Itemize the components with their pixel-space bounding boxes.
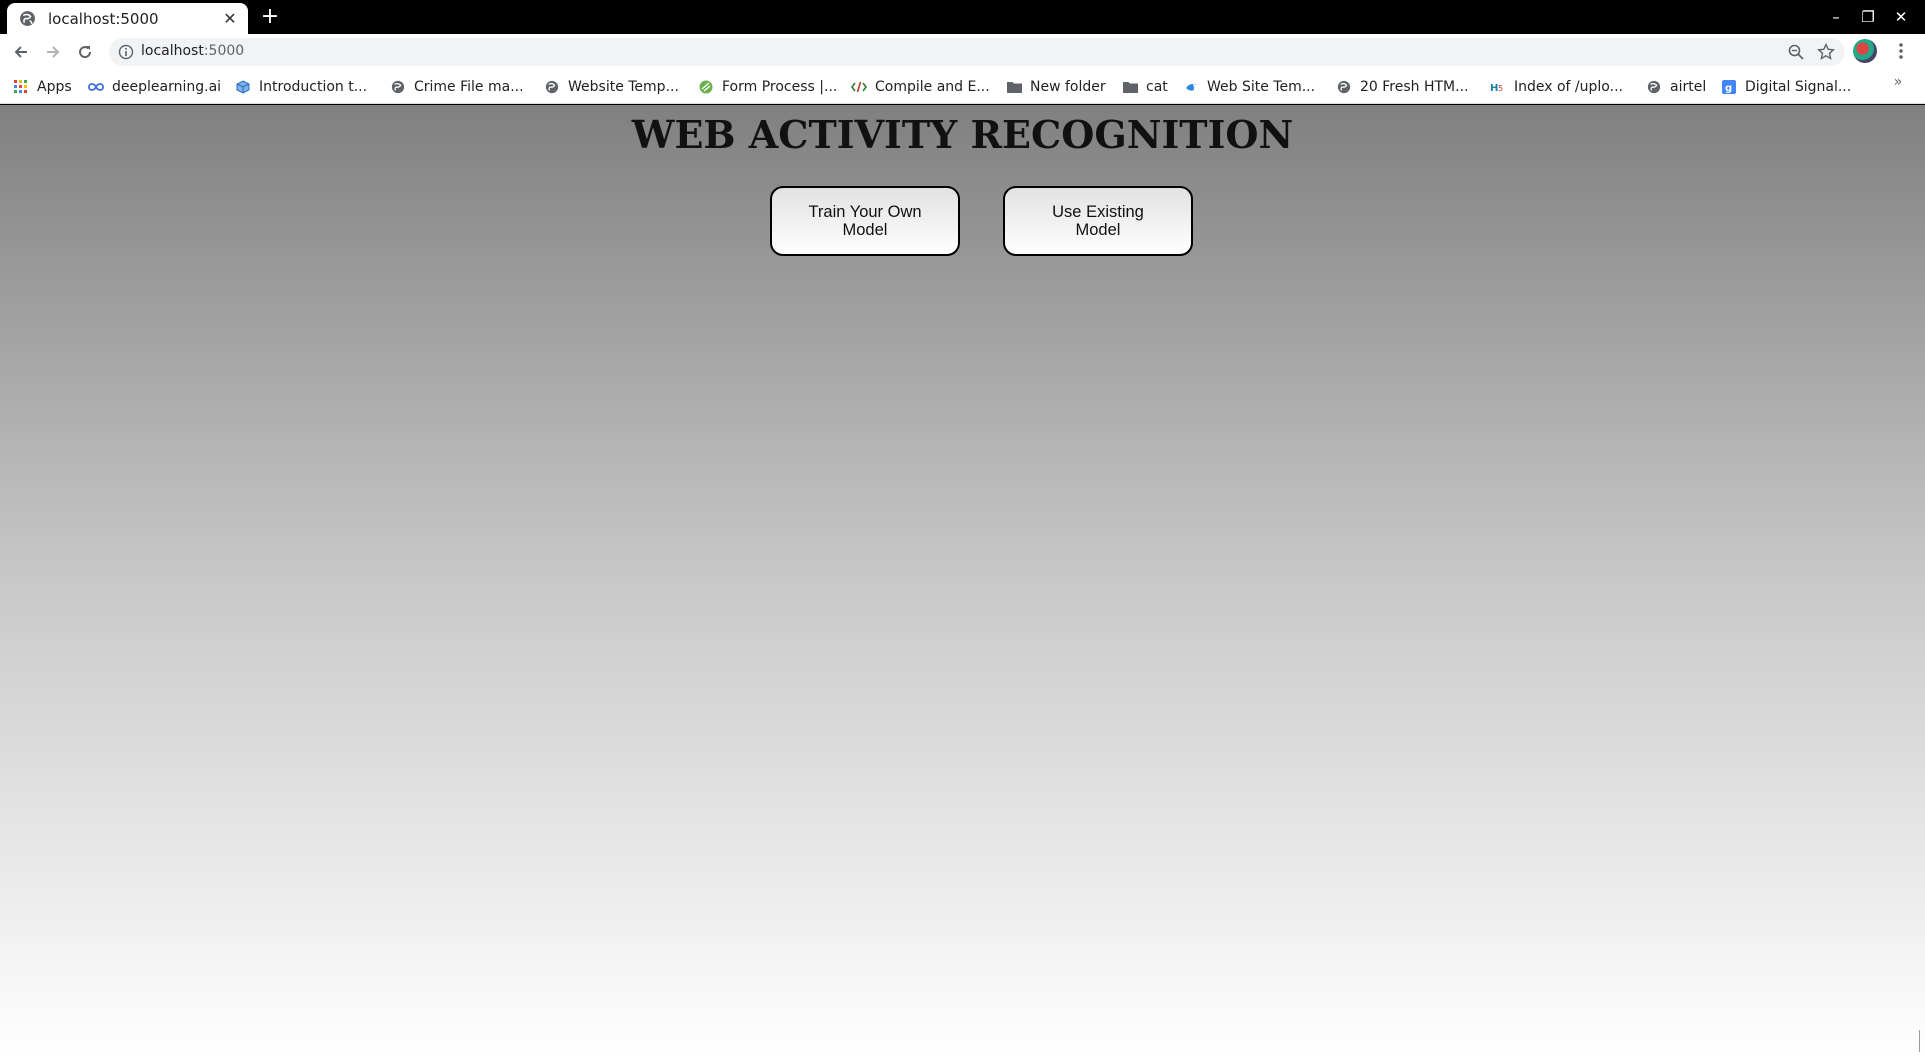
reload-icon xyxy=(79,46,92,59)
train-model-button[interactable]: Train Your Own Model xyxy=(770,186,960,256)
more-vert-icon xyxy=(1899,43,1903,59)
green-circle-icon xyxy=(698,79,714,95)
tab-title: localhost:5000 xyxy=(48,9,159,28)
infinity-icon xyxy=(88,79,104,95)
google-icon: g xyxy=(1721,79,1737,95)
minimize-button[interactable]: – xyxy=(1825,6,1847,28)
apps-grid-icon xyxy=(13,79,29,95)
address-bar[interactable]: localhost:5000 xyxy=(109,38,1845,66)
url-text: localhost:5000 xyxy=(141,43,244,59)
maximize-button[interactable]: ❐ xyxy=(1857,6,1879,28)
bookmark-item[interactable]: Compile and E... xyxy=(851,77,990,97)
bookmark-item[interactable]: H5 Index of /uplo... xyxy=(1490,77,1623,97)
zoom-icon[interactable] xyxy=(1787,43,1805,61)
bookmark-item[interactable]: New folder xyxy=(1006,77,1106,97)
bookmark-item[interactable]: g Digital Signal... xyxy=(1721,77,1851,97)
bookmark-item[interactable]: Crime File ma... xyxy=(390,77,524,97)
bookmark-label: Web Site Tem... xyxy=(1207,79,1316,95)
bookmark-label: Crime File ma... xyxy=(414,79,524,95)
forward-button[interactable] xyxy=(39,38,67,66)
hf-icon: H5 xyxy=(1490,79,1506,95)
close-window-button[interactable]: ✕ xyxy=(1890,6,1912,28)
folder-icon xyxy=(1122,79,1138,95)
bookmark-label: Website Temp... xyxy=(568,79,679,95)
bookmark-item[interactable]: cat xyxy=(1122,77,1168,97)
info-icon[interactable] xyxy=(118,44,134,60)
reload-button[interactable] xyxy=(71,38,99,66)
bookmark-label: deeplearning.ai xyxy=(112,79,222,95)
url-port: :5000 xyxy=(203,43,245,59)
bookmark-item[interactable]: 20 Fresh HTM... xyxy=(1336,77,1469,97)
bookmarks-bar: Apps deeplearning.ai Introduction t... C… xyxy=(0,70,1925,104)
page-title: WEB ACTIVITY RECOGNITION xyxy=(631,112,1294,157)
bookmark-label: New folder xyxy=(1030,79,1106,95)
browser-menu-button[interactable] xyxy=(1889,38,1913,64)
bookmark-item[interactable]: Introduction t... xyxy=(235,77,367,97)
page-viewport: WEB ACTIVITY RECOGNITION Train Your Own … xyxy=(0,105,1925,1055)
bookmark-label: Apps xyxy=(37,79,72,95)
bookmark-item[interactable]: Apps xyxy=(13,77,72,97)
bookmark-item[interactable]: Website Temp... xyxy=(544,77,679,97)
bookmark-label: cat xyxy=(1146,79,1168,95)
bird-icon xyxy=(1183,79,1199,95)
profile-avatar[interactable] xyxy=(1853,39,1877,63)
forward-arrow-icon xyxy=(47,46,60,58)
bookmark-label: Form Process |... xyxy=(722,79,838,95)
svg-text:g: g xyxy=(1725,83,1732,94)
tab-strip: localhost:5000 ✕ + – ❐ ✕ xyxy=(0,0,1925,34)
bookmarks-overflow-button[interactable]: » xyxy=(1888,74,1908,94)
svg-text:5: 5 xyxy=(1498,84,1503,93)
bookmark-label: Compile and E... xyxy=(875,79,990,95)
bookmark-star-icon[interactable] xyxy=(1817,43,1835,61)
browser-tab[interactable]: localhost:5000 ✕ xyxy=(7,3,248,34)
bookmark-item[interactable]: Web Site Tem... xyxy=(1183,77,1315,97)
tab-close-icon[interactable]: ✕ xyxy=(220,9,240,29)
globe-icon xyxy=(390,79,406,95)
bookmark-item[interactable]: airtel xyxy=(1646,77,1706,97)
bookmark-label: Digital Signal... xyxy=(1745,79,1852,95)
code-icon xyxy=(851,79,867,95)
bookmark-label: 20 Fresh HTM... xyxy=(1360,79,1469,95)
back-button[interactable] xyxy=(7,38,35,66)
bookmark-item[interactable]: deeplearning.ai xyxy=(88,77,221,97)
folder-icon xyxy=(1006,79,1022,95)
url-host: localhost xyxy=(141,43,204,59)
globe-icon xyxy=(1646,79,1662,95)
bookmark-label: Index of /uplo... xyxy=(1514,79,1623,95)
new-tab-button[interactable]: + xyxy=(259,6,281,28)
bookmark-label: airtel xyxy=(1670,79,1707,95)
globe-icon xyxy=(544,79,560,95)
bookmark-label: Introduction t... xyxy=(259,79,368,95)
resize-grip[interactable] xyxy=(1919,1030,1923,1052)
globe-icon xyxy=(20,11,35,26)
browser-toolbar: localhost:5000 xyxy=(0,34,1925,70)
bookmark-item[interactable]: Form Process |... xyxy=(698,77,837,97)
globe-icon xyxy=(1336,79,1352,95)
cube-icon xyxy=(235,79,251,95)
use-existing-model-button[interactable]: Use Existing Model xyxy=(1003,186,1193,256)
back-arrow-icon xyxy=(14,46,27,58)
